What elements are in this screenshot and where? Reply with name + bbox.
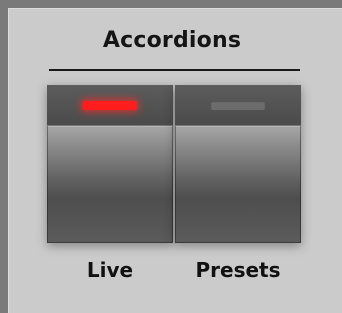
live-led-indicator: [83, 101, 137, 110]
live-button-cap: [47, 125, 173, 243]
presets-led-indicator: [211, 101, 265, 110]
presets-led-housing: [175, 85, 301, 125]
presets-button-cap: [175, 125, 301, 243]
live-button[interactable]: [47, 85, 173, 243]
presets-button[interactable]: [175, 85, 301, 243]
title-underline: [49, 69, 300, 71]
section-title: Accordions: [102, 28, 242, 53]
live-label: Live: [86, 258, 134, 282]
live-led-housing: [47, 85, 173, 125]
presets-label: Presets: [195, 258, 281, 282]
